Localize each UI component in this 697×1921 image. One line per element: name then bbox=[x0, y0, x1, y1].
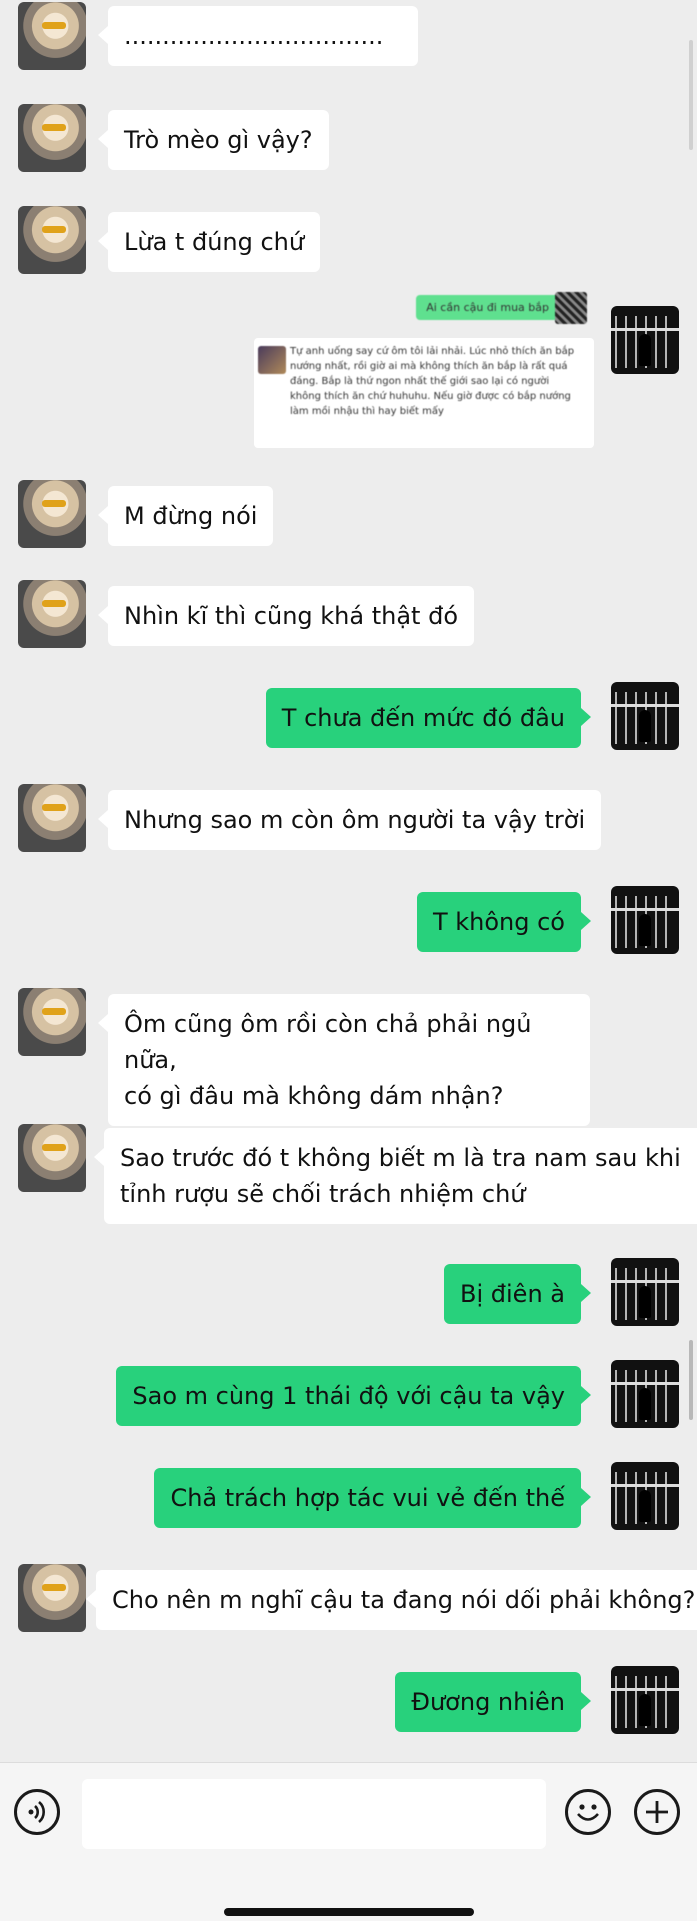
message-text-line: có gì đâu mà không dám nhận? bbox=[124, 1082, 504, 1110]
message-text: Trò mèo gì vậy? bbox=[124, 126, 313, 154]
message-text: Bị điên à bbox=[460, 1280, 565, 1308]
input-bar bbox=[0, 1762, 697, 1921]
message-text: T chưa đến mức đó đâu bbox=[281, 704, 565, 732]
voice-icon[interactable] bbox=[14, 1789, 60, 1835]
message-bubble[interactable]: Trò mèo gì vậy? bbox=[98, 110, 329, 170]
friend-avatar[interactable] bbox=[18, 2, 86, 70]
quoted-card[interactable]: Tự anh uống say cứ ôm tôi lải nhải. Lúc … bbox=[254, 338, 594, 448]
message-bubble[interactable]: T không có bbox=[416, 892, 592, 952]
quoted-thumbnail bbox=[555, 292, 587, 324]
my-avatar[interactable] bbox=[611, 1666, 679, 1734]
message-bubble[interactable]: Lừa t đúng chứ bbox=[97, 212, 321, 272]
message-bubble[interactable]: Sao m cùng 1 thái độ với cậu ta vậy bbox=[116, 1366, 591, 1426]
scrollbar-top[interactable] bbox=[689, 40, 693, 150]
my-avatar[interactable] bbox=[611, 682, 679, 750]
message-text: Chả trách hợp tác vui vẻ đến thế bbox=[170, 1484, 565, 1512]
quoted-text: Ai cần cậu đi mua bắp bbox=[426, 301, 549, 314]
quoted-image bbox=[258, 346, 286, 374]
chat-area[interactable]: .................................. Trò m… bbox=[0, 0, 697, 1760]
message-text-line: tỉnh rượu sẽ chối trách nhiệm chứ bbox=[120, 1180, 526, 1208]
message-text: Nhìn kĩ thì cũng khá thật đó bbox=[124, 602, 458, 630]
message-bubble[interactable]: Sao trước đó t không biết m là tra nam s… bbox=[94, 1128, 697, 1224]
message-bubble[interactable]: Nhưng sao m còn ôm người ta vậy trời bbox=[97, 790, 602, 850]
message-text: Cho nên m nghĩ cậu ta đang nói dối phải … bbox=[112, 1586, 696, 1614]
home-indicator[interactable] bbox=[224, 1908, 474, 1916]
friend-avatar[interactable] bbox=[18, 988, 86, 1056]
message-bubble[interactable]: Bị điên à bbox=[444, 1264, 591, 1324]
quoted-message: Ai cần cậu đi mua bắp bbox=[416, 295, 559, 320]
message-text: .................................. bbox=[124, 22, 384, 50]
message-text: T không có bbox=[432, 908, 565, 936]
quoted-card-text: Tự anh uống say cứ ôm tôi lải nhải. Lúc … bbox=[290, 346, 575, 417]
message-bubble[interactable]: Cho nên m nghĩ cậu ta đang nói dối phải … bbox=[85, 1570, 697, 1630]
friend-avatar[interactable] bbox=[18, 580, 86, 648]
message-text: Lừa t đúng chứ bbox=[124, 228, 305, 256]
friend-avatar[interactable] bbox=[18, 104, 86, 172]
message-text-line: Ôm cũng ôm rồi còn chả phải ngủ nữa, bbox=[124, 1010, 532, 1074]
message-bubble[interactable]: Nhìn kĩ thì cũng khá thật đó bbox=[98, 586, 474, 646]
message-bubble[interactable]: Đương nhiên bbox=[395, 1672, 591, 1732]
friend-avatar[interactable] bbox=[18, 206, 86, 274]
message-text: Sao m cùng 1 thái độ với cậu ta vậy bbox=[132, 1382, 565, 1410]
message-text: Đương nhiên bbox=[411, 1688, 565, 1716]
friend-avatar[interactable] bbox=[18, 1124, 86, 1192]
my-avatar[interactable] bbox=[611, 1462, 679, 1530]
friend-avatar[interactable] bbox=[18, 784, 86, 852]
my-avatar[interactable] bbox=[611, 1258, 679, 1326]
message-text: M đừng nói bbox=[124, 502, 258, 530]
friend-avatar[interactable] bbox=[18, 1564, 86, 1632]
message-bubble[interactable]: Ôm cũng ôm rồi còn chả phải ngủ nữa, có … bbox=[98, 994, 590, 1126]
my-avatar[interactable] bbox=[611, 886, 679, 954]
message-text-line: Sao trước đó t không biết m là tra nam s… bbox=[120, 1144, 681, 1172]
message-bubble[interactable]: Chả trách hợp tác vui vẻ đến thế bbox=[154, 1468, 591, 1528]
message-bubble[interactable]: .................................. bbox=[98, 6, 418, 66]
emoji-icon[interactable] bbox=[565, 1789, 611, 1835]
message-text: Nhưng sao m còn ôm người ta vậy trời bbox=[124, 806, 586, 834]
message-input[interactable] bbox=[82, 1779, 546, 1849]
my-avatar[interactable] bbox=[611, 306, 679, 374]
message-bubble[interactable]: M đừng nói bbox=[97, 486, 274, 546]
scrollbar-thumb[interactable] bbox=[689, 1340, 693, 1420]
my-avatar[interactable] bbox=[611, 1360, 679, 1428]
friend-avatar[interactable] bbox=[18, 480, 86, 548]
plus-icon[interactable] bbox=[634, 1789, 680, 1835]
message-bubble[interactable]: T chưa đến mức đó đâu bbox=[265, 688, 592, 748]
